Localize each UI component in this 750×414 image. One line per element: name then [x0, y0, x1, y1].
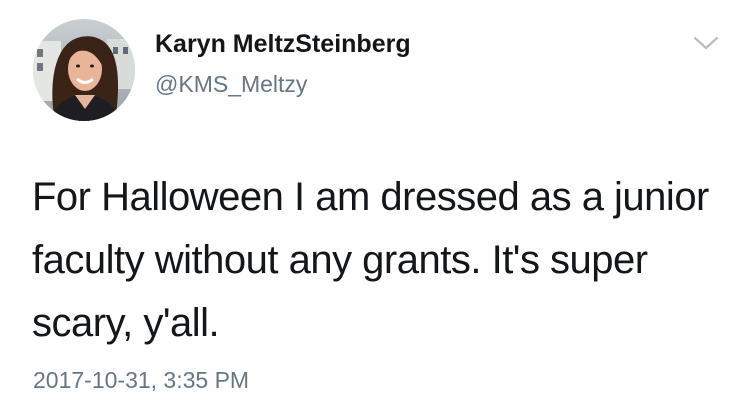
- tweet-menu-button[interactable]: [692, 33, 720, 53]
- tweet-timestamp[interactable]: 2017-10-31, 3:35 PM: [33, 366, 249, 394]
- display-name[interactable]: Karyn MeltzSteinberg: [155, 29, 411, 59]
- chevron-down-icon: [693, 36, 719, 50]
- avatar-photo: [33, 19, 135, 121]
- user-handle[interactable]: @KMS_Meltzy: [155, 70, 307, 98]
- tweet-text: For Halloween I am dressed as a junior f…: [32, 175, 709, 345]
- avatar[interactable]: [33, 19, 135, 121]
- tweet-card: Karyn MeltzSteinberg @KMS_Meltzy For Hal…: [0, 0, 750, 414]
